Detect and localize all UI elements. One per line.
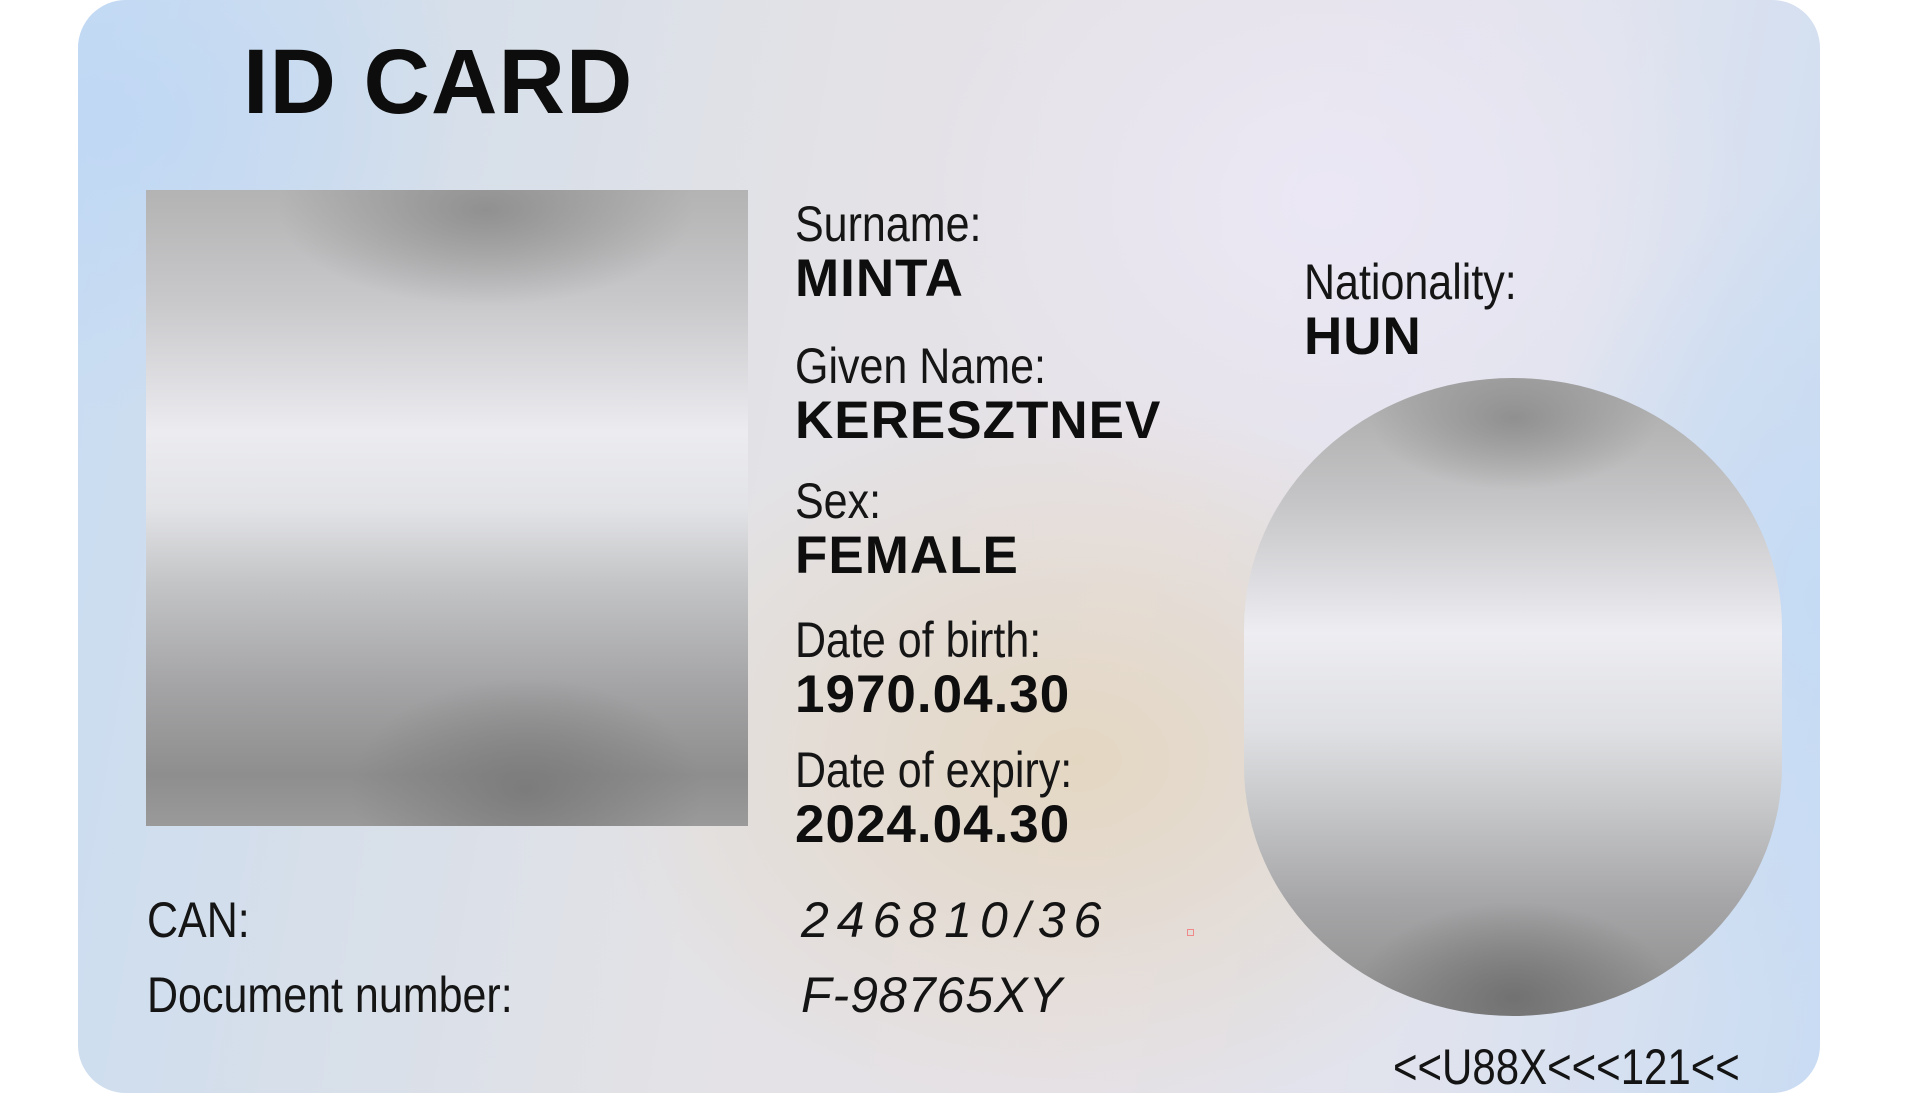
id-card: ID CARD Surname: MINTA Given Name: KERES… [78, 0, 1820, 1093]
can-value: 246810/36 [801, 892, 1110, 948]
date-of-expiry-value: 2024.04.30 [795, 794, 1071, 854]
date-of-expiry-label: Date of expiry: [795, 742, 1073, 798]
portrait-photo-placeholder [146, 190, 748, 826]
can-label: CAN: [147, 892, 250, 948]
card-title: ID CARD [243, 31, 634, 133]
sex-field: Sex: FEMALE [795, 475, 1019, 583]
given-name-value: KERESZTNEV [795, 390, 1162, 450]
mrz-line: <<U88X<<<121<< [1393, 1039, 1740, 1093]
document-number-value: F-98765XY [801, 967, 1063, 1023]
date-of-birth-value: 1970.04.30 [795, 664, 1071, 724]
sex-value: FEMALE [795, 525, 1019, 585]
surname-label: Surname: [795, 196, 982, 252]
surname-field: Surname: MINTA [795, 198, 1012, 306]
document-number-label: Document number: [147, 967, 513, 1023]
nationality-value: HUN [1304, 306, 1422, 366]
given-name-field: Given Name: KERESZTNEV [795, 340, 1161, 448]
given-name-label: Given Name: [795, 338, 1046, 394]
sex-label: Sex: [795, 473, 882, 529]
date-of-birth-label: Date of birth: [795, 612, 1042, 668]
date-of-expiry-field: Date of expiry: 2024.04.30 [795, 744, 1117, 852]
marker-square [1187, 929, 1194, 936]
nationality-field: Nationality: HUN [1304, 256, 1551, 364]
nationality-label: Nationality: [1304, 254, 1517, 310]
surname-value: MINTA [795, 248, 964, 308]
date-of-birth-field: Date of birth: 1970.04.30 [795, 614, 1081, 722]
secondary-photo-placeholder [1244, 378, 1782, 1016]
